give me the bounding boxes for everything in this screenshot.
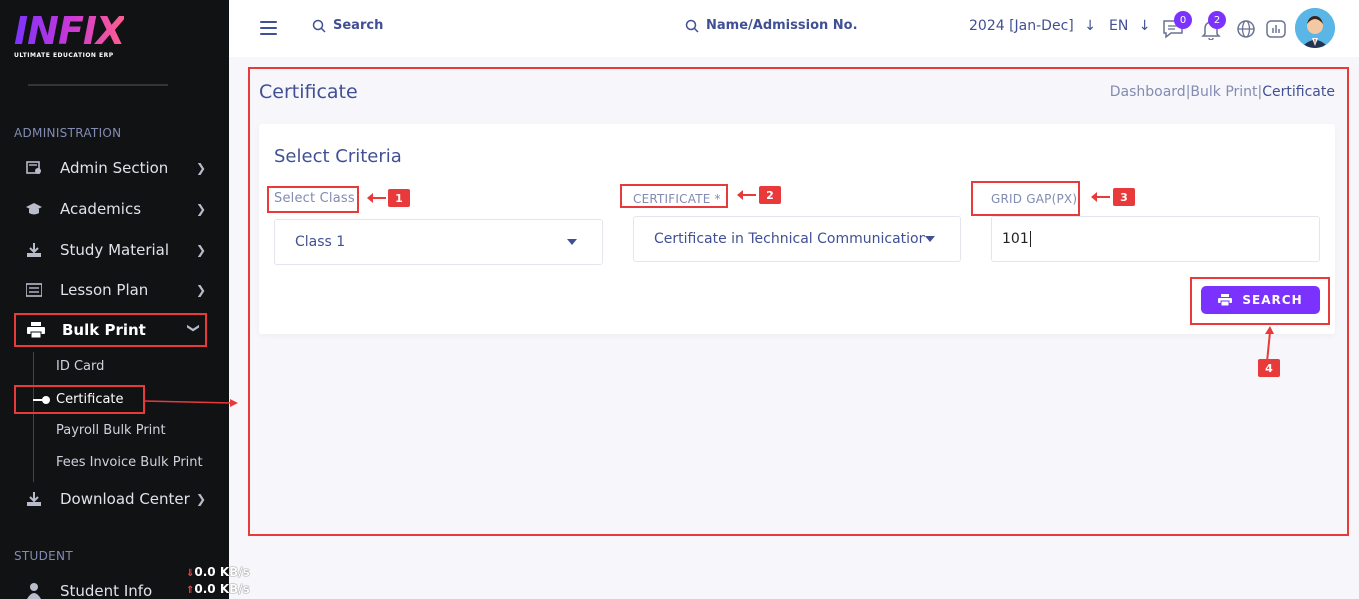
printer-icon xyxy=(1218,294,1233,306)
caret-down-icon xyxy=(567,239,577,245)
sidebar-item-label: Academics xyxy=(60,200,142,218)
chevron-right-icon: ❯ xyxy=(196,161,207,175)
messages-count-badge: 0 xyxy=(1174,11,1192,29)
chevron-down-icon: ❯ xyxy=(187,323,201,334)
search-icon xyxy=(312,19,326,33)
brand-tagline: ULTIMATE EDUCATION ERP xyxy=(14,52,114,59)
sidebar-item-academics[interactable]: Academics ❯ xyxy=(14,192,214,226)
sidebar: INFIX ULTIMATE EDUCATION ERP ADMINISTRAT… xyxy=(0,0,229,599)
chart-icon[interactable] xyxy=(1265,18,1287,40)
academic-year-select[interactable]: 2024 [Jan-Dec] ↓ xyxy=(969,18,1096,34)
network-download-speed: ⇓0.0 KB/s xyxy=(186,565,250,579)
submenu-item-label: Certificate xyxy=(56,392,124,407)
search-icon xyxy=(685,19,699,33)
download-icon xyxy=(24,491,44,507)
user-avatar-icon xyxy=(1295,8,1335,48)
card-title: Select Criteria xyxy=(274,146,402,167)
annotation-arrow-sidebar xyxy=(144,399,238,407)
section-title-student: STUDENT xyxy=(14,549,73,563)
breadcrumb-bulk-print[interactable]: Bulk Print xyxy=(1190,84,1257,100)
topbar: Search Name/Admission No. 2024 [Jan-Dec]… xyxy=(229,0,1359,57)
search-button[interactable]: SEARCH xyxy=(1201,286,1320,314)
chevron-right-icon: ❯ xyxy=(196,243,207,257)
brand-logo[interactable]: INFIX ULTIMATE EDUCATION ERP xyxy=(14,9,125,59)
chevron-right-icon: ❯ xyxy=(196,283,207,297)
class-select-value: Class 1 xyxy=(295,234,346,250)
grid-gap-value: 101 xyxy=(1002,231,1029,247)
arrow-down-icon: ↓ xyxy=(1138,18,1151,34)
annotation-arrow-3 xyxy=(1091,192,1110,202)
user-icon xyxy=(24,583,44,599)
active-indicator-dot xyxy=(42,396,50,404)
sidebar-item-bulk-print[interactable]: Bulk Print ❯ xyxy=(14,313,207,347)
annotation-number-4: 4 xyxy=(1258,359,1280,377)
upload-speed-value: 0.0 KB/s xyxy=(194,582,250,596)
sidebar-item-label: Lesson Plan xyxy=(60,281,149,299)
chevron-right-icon: ❯ xyxy=(196,202,207,216)
sidebar-item-label: Admin Section xyxy=(60,159,169,177)
select-class-label: Select Class xyxy=(274,191,355,206)
submenu-line xyxy=(33,352,34,482)
annotation-number-1: 1 xyxy=(388,189,410,207)
annotation-arrow-4 xyxy=(1265,326,1274,362)
annotation-arrow-1 xyxy=(367,193,386,203)
search-input[interactable]: Search xyxy=(312,18,383,33)
submenu-item-certificate[interactable]: Certificate xyxy=(14,385,145,414)
menu-toggle-icon[interactable] xyxy=(260,21,277,39)
sidebar-item-study-material[interactable]: Study Material ❯ xyxy=(14,233,214,267)
sidebar-item-label: Study Material xyxy=(60,241,170,259)
grid-gap-input[interactable]: 101 xyxy=(991,216,1320,262)
annotation-number-3: 3 xyxy=(1113,188,1135,206)
annotation-number-2: 2 xyxy=(759,186,781,204)
sidebar-item-label: Bulk Print xyxy=(62,321,146,339)
chevron-right-icon: ❯ xyxy=(196,492,207,506)
search-placeholder: Search xyxy=(333,18,384,33)
download-icon xyxy=(24,242,44,258)
caret-down-icon xyxy=(925,236,935,242)
sidebar-item-lesson-plan[interactable]: Lesson Plan ❯ xyxy=(14,273,214,307)
scrolled-item-remnant xyxy=(28,78,168,86)
language-value: EN xyxy=(1109,18,1129,34)
certificate-label: CERTIFICATE * xyxy=(633,192,721,206)
graduation-cap-icon xyxy=(24,201,44,217)
breadcrumb-dashboard[interactable]: Dashboard xyxy=(1110,84,1186,100)
notifications-count-badge: 2 xyxy=(1208,11,1226,29)
academic-year-value: 2024 [Jan-Dec] xyxy=(969,18,1074,34)
download-speed-value: 0.0 KB/s xyxy=(194,565,250,579)
student-search-input[interactable]: Name/Admission No. xyxy=(685,18,858,33)
sidebar-item-student-info[interactable]: Student Info xyxy=(14,574,214,599)
breadcrumb: Dashboard | Bulk Print | Certificate xyxy=(1110,84,1335,100)
list-icon xyxy=(24,282,44,298)
admin-icon xyxy=(24,160,44,176)
certificate-select[interactable]: Certificate in Technical Communication ( xyxy=(633,216,961,262)
text-cursor xyxy=(1029,231,1031,247)
avatar[interactable] xyxy=(1295,8,1335,48)
network-upload-speed: ⇑0.0 KB/s xyxy=(186,582,250,596)
arrow-down-icon: ↓ xyxy=(1084,18,1096,34)
globe-icon[interactable] xyxy=(1235,18,1257,40)
submenu-item-fees-invoice-bulk-print[interactable]: Fees Invoice Bulk Print xyxy=(56,455,203,470)
language-select[interactable]: EN ↓ xyxy=(1109,18,1151,34)
grid-gap-label: GRID GAP(PX) xyxy=(991,192,1078,206)
student-search-placeholder: Name/Admission No. xyxy=(706,18,858,33)
brand-name: INFIX xyxy=(14,9,125,53)
sidebar-item-download-center[interactable]: Download Center ❯ xyxy=(14,482,214,516)
breadcrumb-certificate: Certificate xyxy=(1262,84,1335,100)
section-title-administration: ADMINISTRATION xyxy=(14,126,122,140)
annotation-arrow-2 xyxy=(737,190,756,200)
printer-icon xyxy=(26,322,46,338)
submenu-item-payroll-bulk-print[interactable]: Payroll Bulk Print xyxy=(56,423,166,438)
certificate-select-value: Certificate in Technical Communication ( xyxy=(654,231,925,247)
sidebar-item-label: Download Center xyxy=(60,490,190,508)
class-select[interactable]: Class 1 xyxy=(274,219,603,265)
search-button-label: SEARCH xyxy=(1242,293,1303,307)
submenu-item-id-card[interactable]: ID Card xyxy=(56,359,104,374)
sidebar-item-admin-section[interactable]: Admin Section ❯ xyxy=(14,151,214,185)
page-title: Certificate xyxy=(259,81,358,103)
